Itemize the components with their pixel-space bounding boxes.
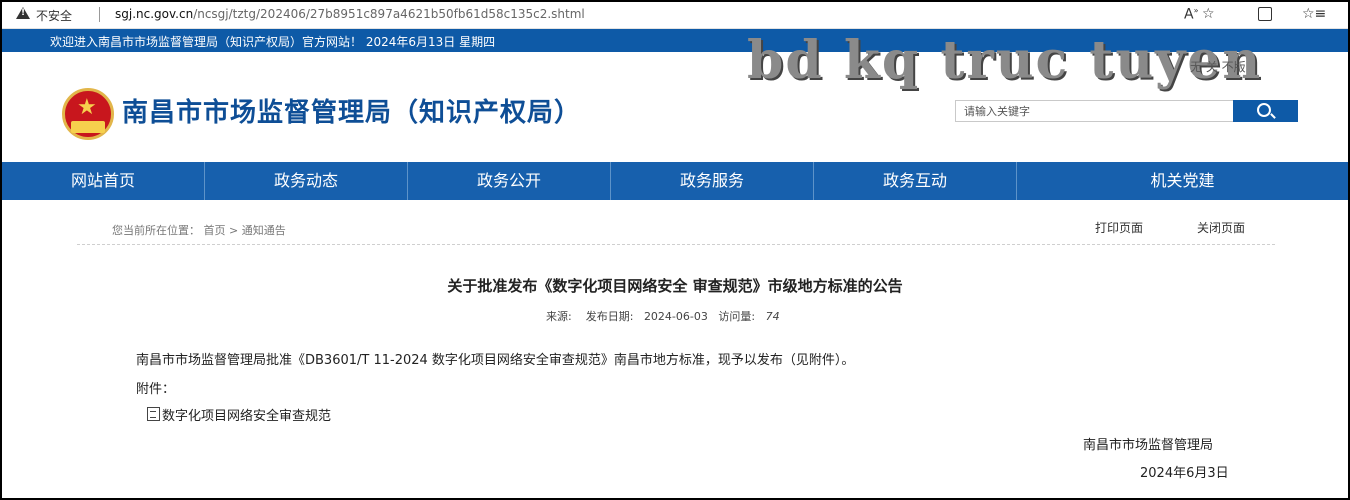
close-page-link[interactable]: 关闭页面 [1197,219,1245,236]
source-label: 来源: [546,310,572,323]
national-emblem-icon[interactable]: ★ [62,88,114,140]
favorites-icon[interactable]: ☆≡ [1302,6,1326,22]
publish-date: 2024-06-03 [643,310,708,323]
favorite-star-icon[interactable]: ☆ [1202,6,1215,22]
site-header: ★ 南昌市市场监督管理局（知识产权局） bd kq truc tuyen 无 关… [2,30,1348,162]
article-meta: 来源: 发布日期: 2024-06-03 访问量: 74 [546,308,780,324]
url-path[interactable]: /ncsgj/tztg/202406/27b8951c897a4621b50fb… [193,7,585,21]
search-button[interactable] [1233,100,1298,122]
signature-org: 南昌市市场监督管理局 [1083,438,1214,453]
nav-item-news[interactable]: 政务动态 [205,162,408,200]
read-aloud-icon[interactable]: A» [1184,6,1198,23]
welcome-text: 欢迎进入南昌市市场监督管理局（知识产权局）官方网站！ 2024年6月13日 星期… [50,35,496,49]
search-icon [1257,103,1271,117]
url-host[interactable]: sgj.nc.gov.cn [115,7,193,21]
attachment-name[interactable]: 数字化项目网络安全审查规范 [162,409,331,424]
url-text[interactable]: sgj.nc.gov.cn/ncsgj/tztg/202406/27b8951c… [115,7,585,21]
document-icon [147,407,160,421]
signature-date: 2024年6月3日 [1140,466,1229,481]
views-count: 74 [765,310,780,323]
nav-item-services[interactable]: 政务服务 [611,162,814,200]
nav-item-party[interactable]: 机关党建 [1017,162,1348,200]
nav-item-home[interactable]: 网站首页 [2,162,205,200]
emblem-base [71,121,105,133]
search-input[interactable] [955,100,1241,122]
article-title: 关于批准发布《数字化项目网络安全 审查规范》市级地方标准的公告 [447,277,903,295]
search-icon-handle [1270,113,1276,119]
nav-item-interaction[interactable]: 政务互动 [814,162,1017,200]
header-small-links[interactable]: 无 关 不版 [1190,58,1246,75]
article-body: 南昌市市场监督管理局批准《DB3601/T 11-2024 数字化项目网络安全审… [136,353,855,368]
site-title[interactable]: 南昌市市场监督管理局（知识产权局） [122,92,581,129]
breadcrumb-home[interactable]: 首页 [204,224,226,237]
breadcrumb-divider [77,244,1275,245]
attachment-link[interactable]: 数字化项目网络安全审查规范 [147,405,331,424]
breadcrumb-prefix: 您当前所在位置： [112,224,200,237]
nav-item-disclosure[interactable]: 政务公开 [408,162,611,200]
attachment-label: 附件： [136,382,176,397]
main-nav: 网站首页 政务动态 政务公开 政务服务 政务互动 机关党建 [2,162,1348,200]
address-separator [99,7,100,22]
watermark-text: bd kq truc tuyen [747,30,1263,91]
split-screen-icon[interactable] [1258,7,1272,21]
warning-icon[interactable] [16,7,30,19]
address-bar[interactable]: 不安全 sgj.nc.gov.cn/ncsgj/tztg/202406/27b8… [2,2,1348,29]
security-label[interactable]: 不安全 [36,7,72,24]
emblem-star-icon: ★ [77,95,97,120]
breadcrumb-separator: > [229,224,239,237]
date-label: 发布日期: [585,310,634,323]
browser-window: 不安全 sgj.nc.gov.cn/ncsgj/tztg/202406/27b8… [0,0,1350,500]
breadcrumb: 您当前所在位置： 首页 > 通知通告 [112,222,286,238]
print-page-link[interactable]: 打印页面 [1095,219,1143,236]
views-label: 访问量: [718,310,756,323]
breadcrumb-current[interactable]: 通知通告 [242,224,286,237]
